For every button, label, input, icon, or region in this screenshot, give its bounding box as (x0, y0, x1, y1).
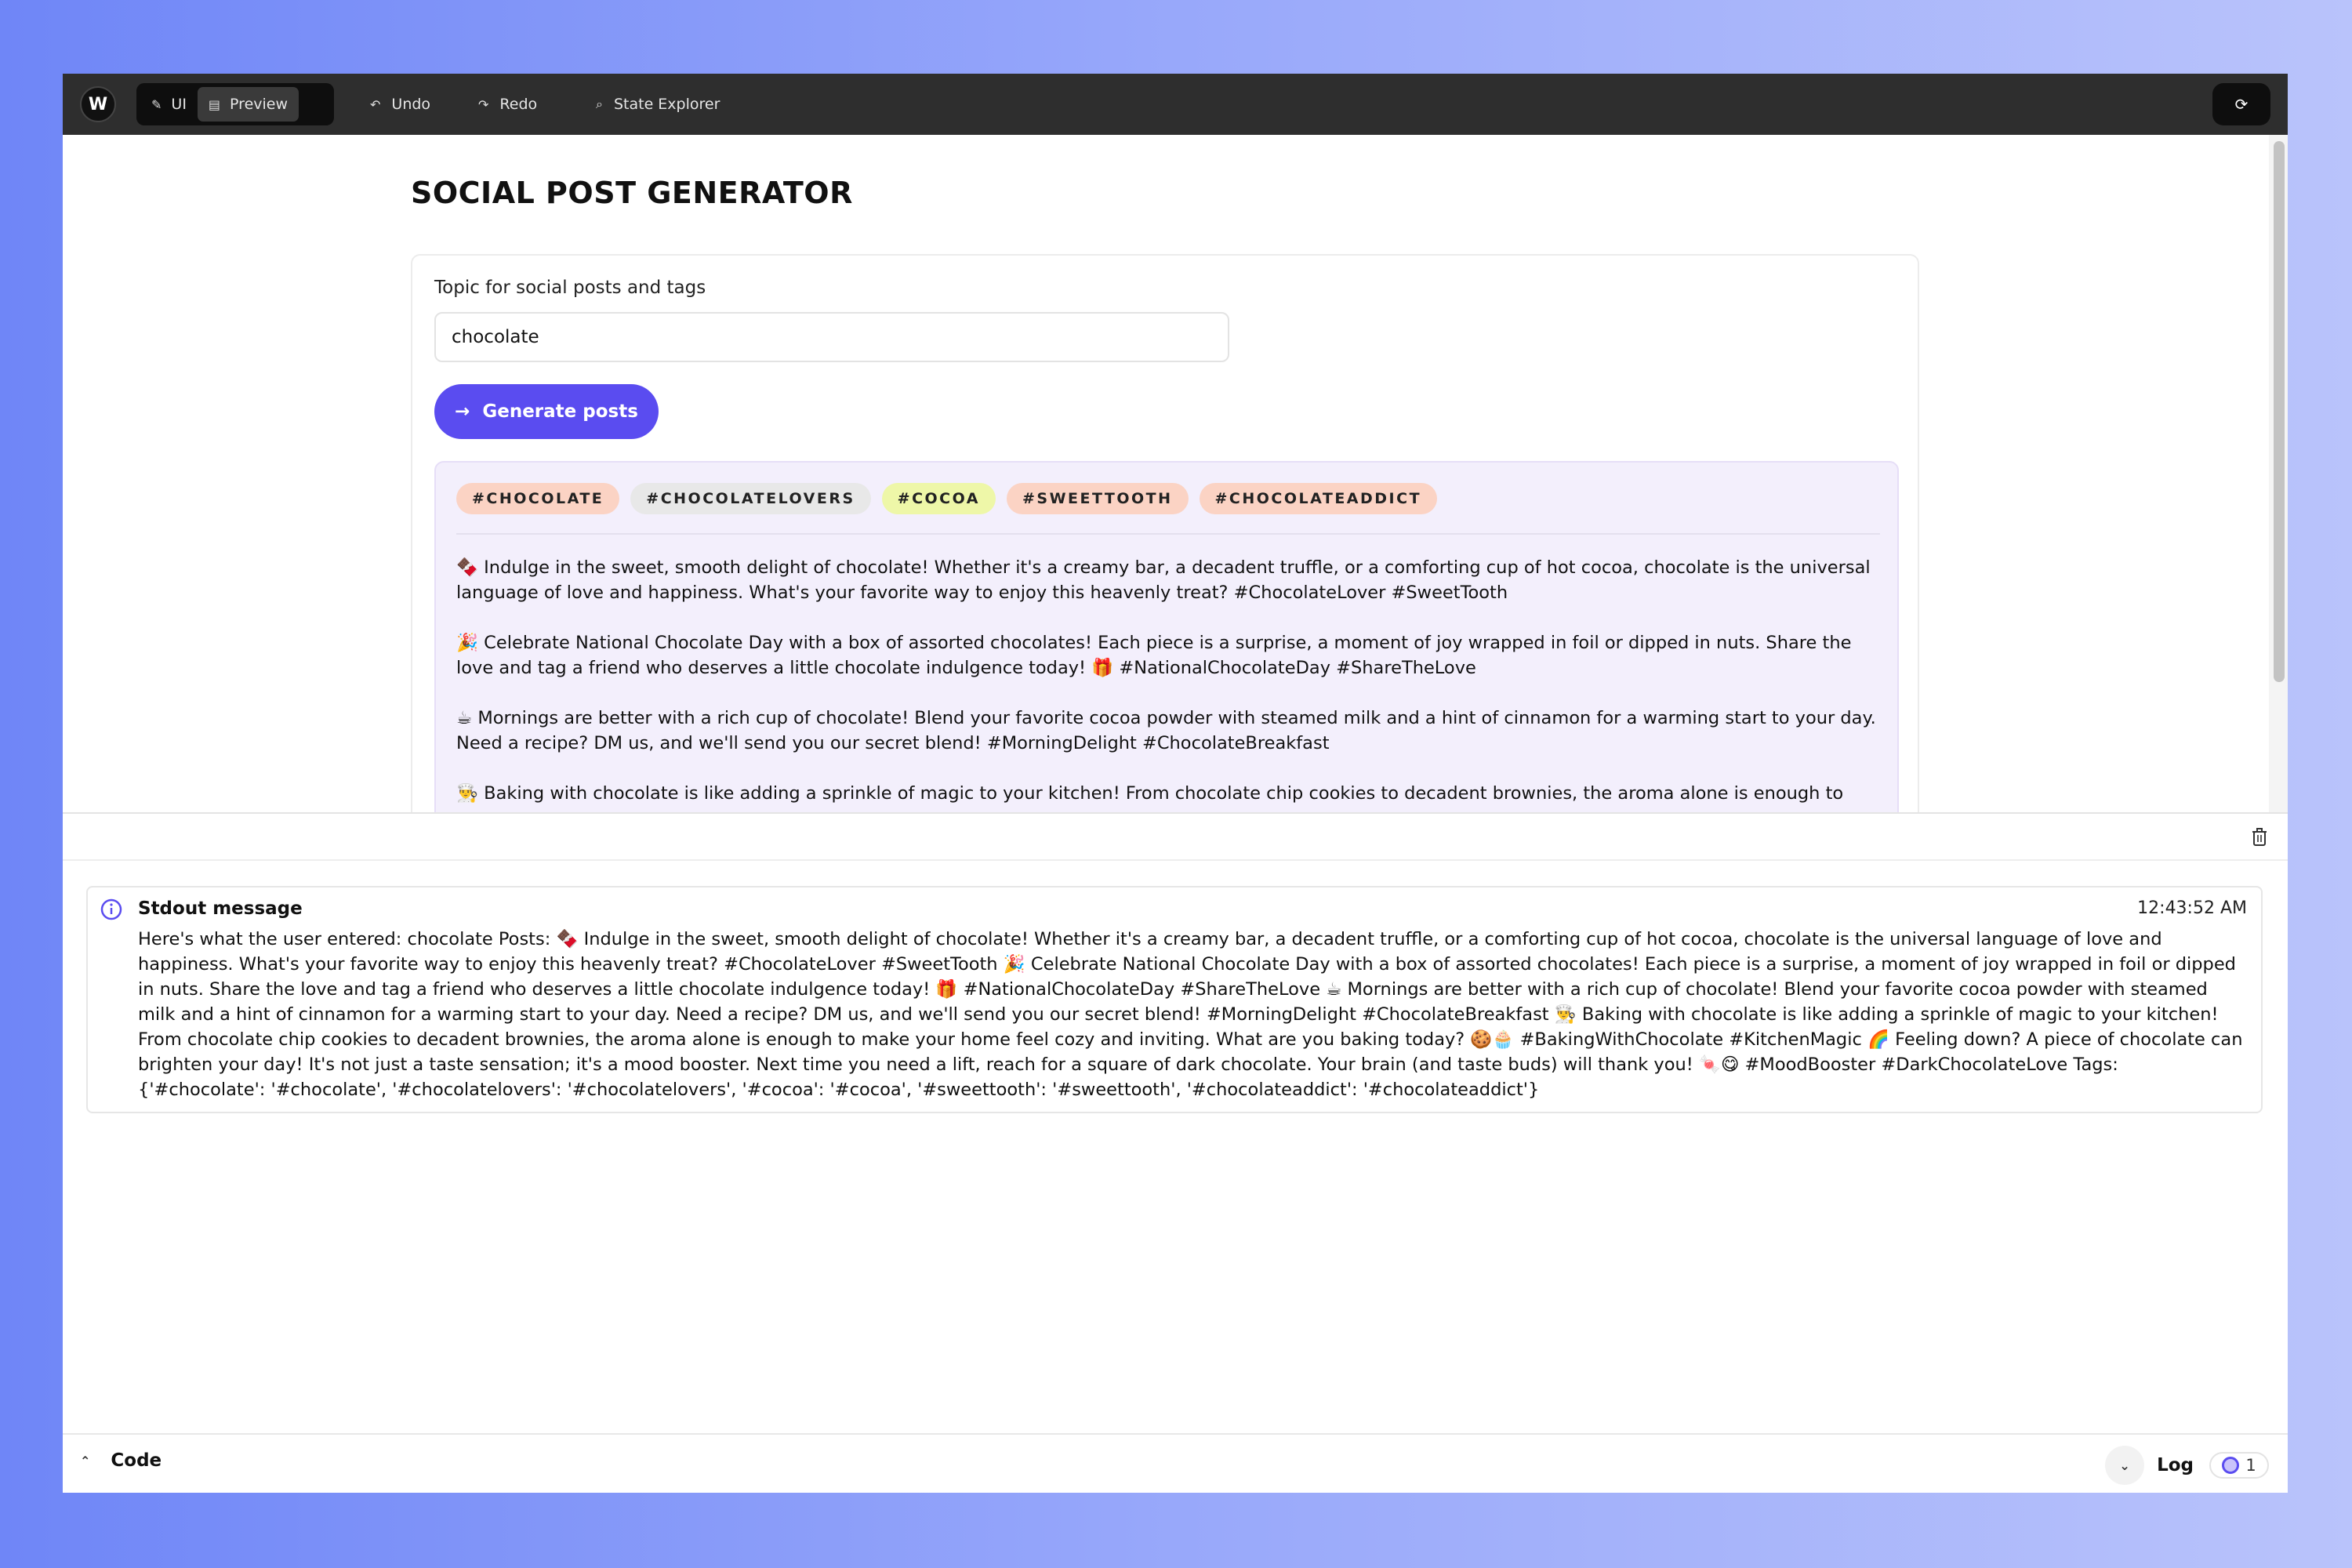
code-toggle[interactable]: ⌃ Code (80, 1450, 162, 1471)
post-item: 🎉 Celebrate National Chocolate Day with … (456, 633, 1852, 678)
trash-icon[interactable] (2252, 828, 2267, 847)
mode-ui-button[interactable]: ✎ UI (140, 87, 198, 122)
state-explorer-button[interactable]: ⌕ State Explorer (596, 89, 720, 119)
log-toggle[interactable]: ⌄ Log (2105, 1446, 2194, 1485)
log-label: Log (2157, 1455, 2194, 1475)
mode-preview-label: Preview (230, 96, 289, 113)
app-window: W ✎ UI ▤ Preview ↶ Undo ↷ Redo ⌕ State E… (63, 74, 2288, 1493)
tag-list: #CHOCOLATE #CHOCOLATELOVERS #COCOA #SWEE… (456, 483, 1438, 514)
page-title: SOCIAL POST GENERATOR (411, 176, 853, 210)
log-message-title: Stdout message (138, 898, 303, 919)
search-icon: ⌕ (596, 96, 603, 111)
log-timestamp: 12:43:52 AM (2137, 898, 2247, 918)
generate-posts-button[interactable]: → Generate posts (434, 384, 659, 439)
mode-preview-button[interactable]: ▤ Preview (197, 87, 299, 122)
arrow-right-icon: → (455, 401, 470, 422)
top-toolbar: W ✎ UI ▤ Preview ↶ Undo ↷ Redo ⌕ State E… (63, 74, 2288, 135)
log-count: 1 (2245, 1456, 2256, 1475)
post-item: 🍫 Indulge in the sweet, smooth delight o… (456, 557, 1871, 603)
app-logo[interactable]: W (80, 86, 116, 122)
tag-chip: #CHOCOLATELOVERS (630, 483, 871, 514)
scrollbar-thumb[interactable] (2274, 141, 2285, 682)
results-panel: #CHOCOLATE #CHOCOLATELOVERS #COCOA #SWEE… (434, 461, 1899, 812)
tag-chip: #SWEETTOOTH (1006, 483, 1189, 514)
undo-button[interactable]: ↶ Undo (370, 89, 430, 119)
log-message-body: Here's what the user entered: chocolate … (138, 929, 2243, 1100)
info-icon (100, 898, 122, 920)
topic-label: Topic for social posts and tags (434, 278, 706, 298)
tag-chip: #CHOCOLATEADDICT (1199, 483, 1438, 514)
post-item: ☕ Mornings are better with a rich cup of… (456, 708, 1876, 753)
code-label: Code (111, 1450, 162, 1471)
generate-posts-label: Generate posts (482, 401, 638, 422)
pencil-icon: ✎ (151, 96, 162, 112)
log-panel: Stdout message 12:43:52 AM Here's what t… (63, 812, 2288, 1460)
redo-button[interactable]: ↷ Redo (478, 89, 537, 119)
preview-icon: ▤ (208, 96, 221, 112)
chevron-up-icon: ⌃ (80, 1453, 91, 1468)
undo-icon: ↶ (370, 96, 381, 112)
redo-icon: ↷ (478, 96, 489, 112)
preview-pane: SOCIAL POST GENERATOR Topic for social p… (63, 135, 2288, 812)
tag-chip: #CHOCOLATE (456, 483, 620, 514)
divider (456, 533, 1880, 535)
topic-input[interactable] (434, 312, 1229, 362)
log-toolbar (63, 814, 2288, 861)
state-explorer-label: State Explorer (613, 96, 720, 113)
log-count-badge[interactable]: 1 (2209, 1452, 2269, 1479)
log-message: Stdout message 12:43:52 AM Here's what t… (86, 886, 2263, 1113)
mode-switch: ✎ UI ▤ Preview (136, 83, 334, 125)
generator-card: Topic for social posts and tags → Genera… (411, 254, 1919, 812)
posts-list: 🍫 Indulge in the sweet, smooth delight o… (456, 555, 1880, 812)
sync-icon: ⟳ (2234, 95, 2249, 114)
redo-label: Redo (499, 96, 538, 113)
tag-chip: #COCOA (881, 483, 996, 514)
post-item: 👨‍🍳 Baking with chocolate is like adding… (456, 783, 1844, 804)
undo-label: Undo (391, 96, 431, 113)
log-count-icon (2222, 1457, 2240, 1474)
bottom-bar: ⌃ Code ⌄ Log 1 (63, 1433, 2288, 1493)
chevron-down-icon[interactable]: ⌄ (2105, 1446, 2145, 1485)
sync-button[interactable]: ⟳ (2212, 83, 2270, 125)
preview-scrollbar[interactable] (2269, 135, 2288, 812)
mode-ui-label: UI (171, 96, 187, 113)
